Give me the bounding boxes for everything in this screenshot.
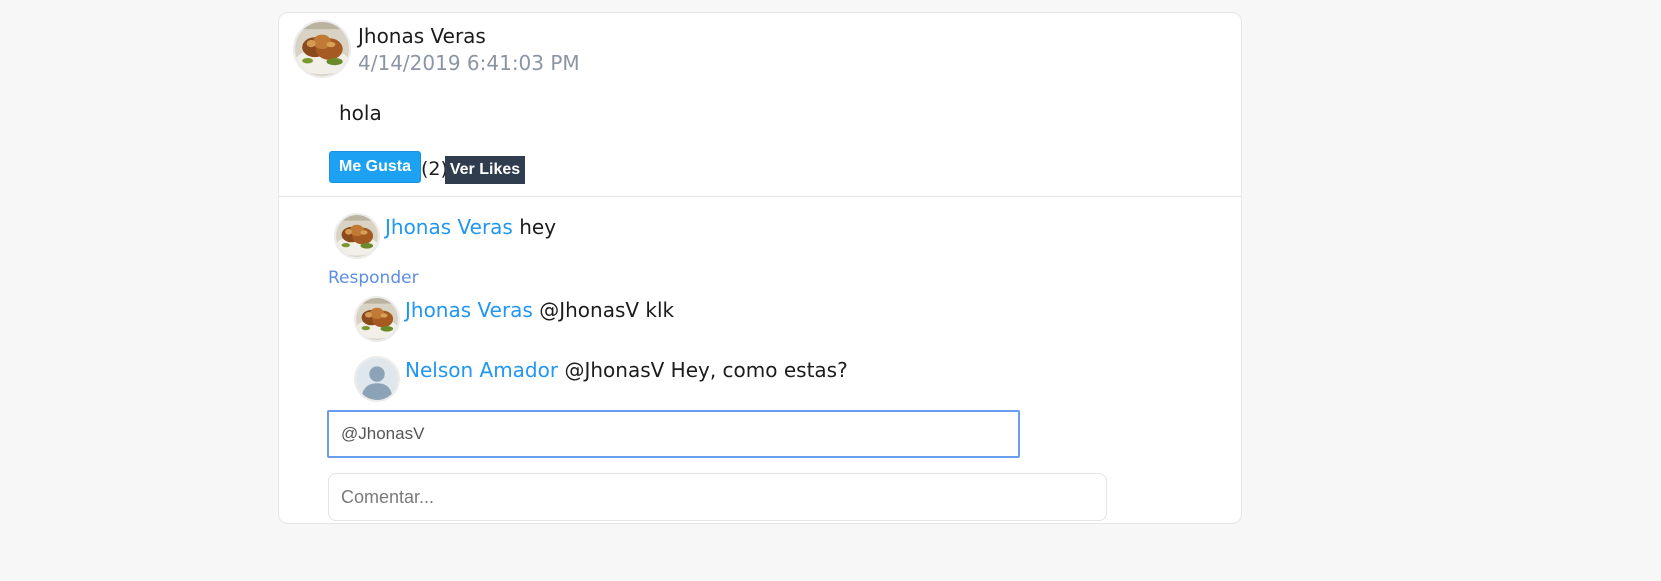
- reply-author-link[interactable]: Jhonas Veras: [405, 298, 533, 322]
- comment-author-avatar[interactable]: [334, 213, 380, 259]
- food-photo-icon: [295, 22, 349, 76]
- reply-item: Jhonas Veras @JhonasV klk: [405, 298, 674, 322]
- reply-input[interactable]: [327, 410, 1020, 458]
- like-count: (2): [421, 158, 448, 180]
- food-photo-icon: [356, 298, 398, 340]
- view-likes-button[interactable]: Ver Likes: [445, 156, 525, 184]
- reply-text: @JhonasV Hey, como estas?: [564, 358, 848, 382]
- reply-item: Nelson Amador @JhonasV Hey, como estas?: [405, 358, 848, 382]
- like-button[interactable]: Me Gusta: [329, 151, 421, 183]
- reply-author-link[interactable]: Nelson Amador: [405, 358, 558, 382]
- post-author-avatar[interactable]: [293, 20, 351, 78]
- post-author-name[interactable]: Jhonas Veras: [358, 24, 486, 48]
- comment-input[interactable]: [328, 473, 1107, 521]
- divider: [279, 196, 1241, 197]
- post-body: hola: [339, 101, 382, 125]
- food-photo-icon: [336, 215, 378, 257]
- reply-link[interactable]: Responder: [328, 268, 419, 288]
- comment: Jhonas Veras hey: [385, 215, 556, 239]
- comment-text: hey: [519, 215, 557, 239]
- reply-text: @JhonasV klk: [539, 298, 675, 322]
- reply-author-avatar[interactable]: [354, 356, 400, 402]
- comment-author-link[interactable]: Jhonas Veras: [385, 215, 513, 239]
- post-timestamp: 4/14/2019 6:41:03 PM: [358, 51, 580, 75]
- reply-author-avatar[interactable]: [354, 296, 400, 342]
- post-card: Jhonas Veras 4/14/2019 6:41:03 PM hola M…: [278, 12, 1242, 524]
- user-icon: [356, 358, 398, 400]
